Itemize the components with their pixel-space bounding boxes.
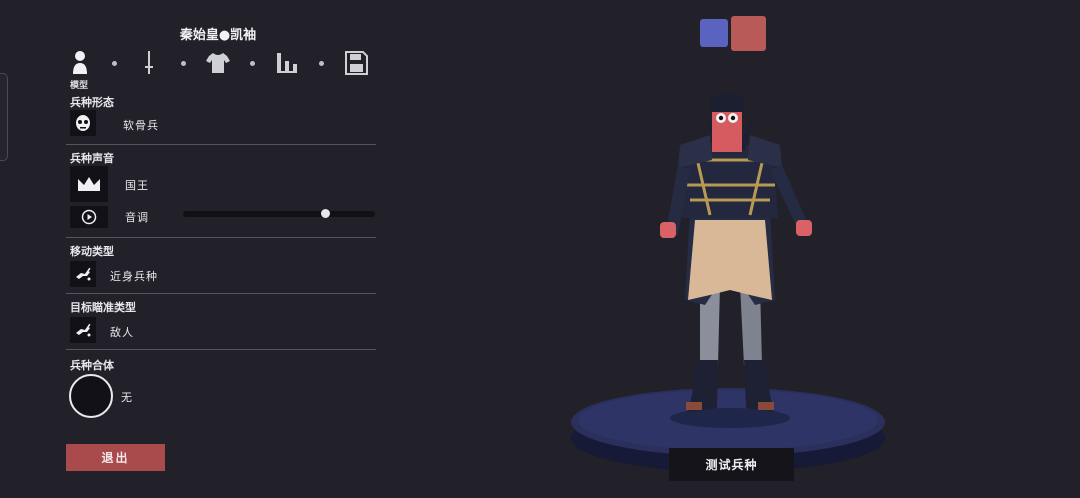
editor-tab-bar	[66, 48, 376, 78]
tab-stats[interactable]	[273, 48, 301, 78]
save-icon	[345, 51, 368, 75]
move-type-selector[interactable]	[70, 261, 96, 287]
target-type-value: 敌人	[110, 326, 134, 339]
move-type-title: 移动类型	[70, 245, 114, 258]
person-icon	[73, 51, 87, 74]
voice-selector[interactable]	[70, 166, 108, 202]
exit-button[interactable]: 退出	[66, 444, 165, 471]
unit-name: 秦始皇●凯袖	[179, 28, 257, 43]
side-drawer-tab[interactable]	[0, 73, 8, 161]
melee-unit-icon	[76, 267, 91, 281]
target-enemy-icon	[76, 323, 91, 337]
tab-save[interactable]	[342, 48, 370, 78]
unit-form-value: 软骨兵	[123, 119, 159, 132]
unit-voice-title: 兵种声音	[70, 152, 114, 165]
unit-form-title: 兵种形态	[70, 96, 114, 109]
section-divider	[66, 293, 376, 294]
stats-icon	[277, 53, 297, 73]
tab-separator	[112, 61, 117, 66]
unit-preview-stage[interactable]	[560, 90, 900, 480]
tab-clothing[interactable]	[204, 48, 232, 78]
sword-icon	[145, 51, 153, 74]
skull-mask-icon	[76, 115, 90, 131]
section-divider	[66, 237, 376, 238]
pitch-slider-handle[interactable]	[321, 209, 331, 218]
play-icon	[81, 209, 97, 225]
tab-separator	[319, 61, 324, 66]
crown-icon	[78, 177, 100, 191]
tab-weapons[interactable]	[135, 48, 163, 78]
pitch-label: 音调	[125, 211, 149, 224]
target-type-selector[interactable]	[70, 317, 96, 343]
move-type-value: 近身兵种	[110, 270, 158, 283]
tab-model[interactable]	[66, 48, 94, 78]
shirt-icon	[206, 53, 230, 73]
play-voice-button[interactable]	[70, 206, 108, 228]
unit-preview-image	[571, 93, 885, 472]
unit-form-selector[interactable]	[70, 110, 96, 136]
team-color-blue-swatch[interactable]	[700, 19, 728, 47]
test-unit-button[interactable]: 测试兵种	[669, 448, 794, 481]
section-divider	[66, 144, 376, 145]
combine-title: 兵种合体	[70, 359, 114, 372]
active-tab-label: 模型	[70, 81, 89, 91]
voice-value: 国王	[125, 179, 149, 192]
combine-value: 无	[121, 391, 133, 404]
tab-separator	[181, 61, 186, 66]
team-color-red-swatch[interactable]	[731, 16, 766, 51]
tab-separator	[250, 61, 255, 66]
combine-unit-slot[interactable]	[69, 374, 113, 418]
section-divider	[66, 349, 376, 350]
pitch-slider[interactable]	[183, 209, 375, 218]
target-type-title: 目标瞄准类型	[70, 301, 136, 314]
